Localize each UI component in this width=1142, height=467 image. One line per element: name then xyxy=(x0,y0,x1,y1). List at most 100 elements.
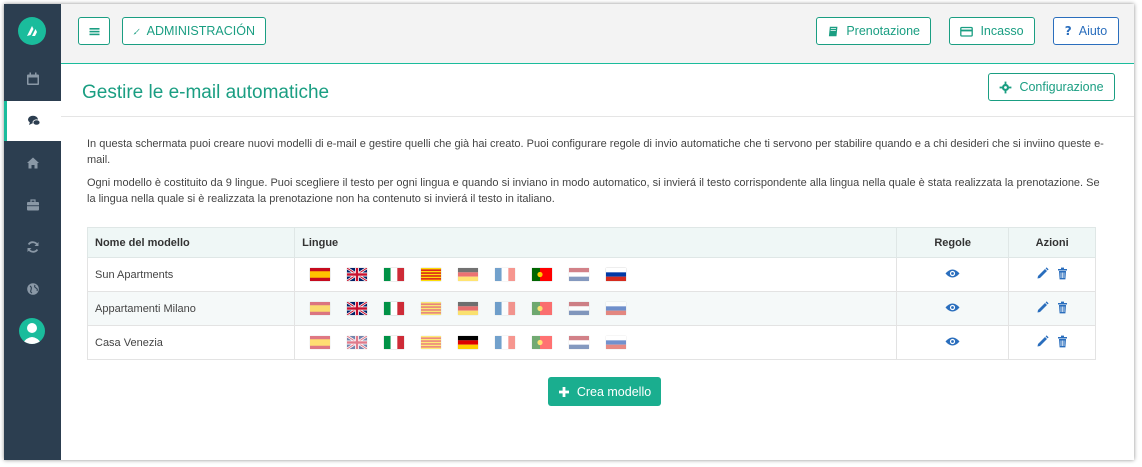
column-header-actions: Azioni xyxy=(1008,227,1096,258)
germany-flag-icon[interactable] xyxy=(458,336,479,349)
top-bar: ADMINISTRACIÓN Prenotazione Incasso ? Ai… xyxy=(61,4,1134,64)
netherlands-flag-icon[interactable] xyxy=(569,336,590,349)
description-paragraph-2: Ogni modello è costituito da 9 lingue. P… xyxy=(87,177,1100,205)
catalonia-flag-icon[interactable] xyxy=(421,302,442,315)
brush-icon xyxy=(133,28,140,34)
user-avatar[interactable] xyxy=(19,318,45,344)
rules-cell xyxy=(896,325,1010,360)
sidebar-item-home[interactable] xyxy=(4,143,61,183)
payments-label: Incasso xyxy=(980,24,1024,38)
italy-flag-icon[interactable] xyxy=(384,336,405,349)
spain-flag-icon[interactable] xyxy=(310,336,331,349)
netherlands-flag-icon[interactable] xyxy=(569,268,590,281)
spain-flag-icon[interactable] xyxy=(310,302,331,315)
plus-icon xyxy=(558,386,569,397)
create-template-label: Crea modello xyxy=(576,384,652,399)
administration-label: ADMINISTRACIÓN xyxy=(146,24,255,38)
netherlands-flag-icon[interactable] xyxy=(569,302,590,315)
eye-icon[interactable] xyxy=(945,302,960,316)
language-flags-cell xyxy=(294,291,898,326)
germany-flag-icon[interactable] xyxy=(458,268,479,281)
templates-table: Nome del modello Lingue Regole Azioni Su… xyxy=(86,227,1096,360)
table-row: Appartamenti Milano xyxy=(86,291,1096,326)
sidebar-item-briefcase[interactable] xyxy=(4,185,61,225)
user-icon xyxy=(22,323,42,344)
sidebar-item-calendar[interactable] xyxy=(4,59,61,99)
uk-flag-icon[interactable] xyxy=(346,300,368,317)
actions-cell xyxy=(1008,257,1096,292)
book-icon xyxy=(828,26,838,36)
title-divider xyxy=(61,116,1134,117)
chat-bubbles-icon xyxy=(28,115,41,126)
uk-flag-icon[interactable] xyxy=(346,266,368,283)
uk-flag-icon[interactable] xyxy=(346,334,368,351)
table-row: Casa Venezia xyxy=(86,325,1096,360)
france-flag-icon[interactable] xyxy=(495,302,516,315)
payments-button[interactable]: Incasso xyxy=(949,17,1035,45)
trash-icon[interactable] xyxy=(1056,335,1069,351)
actions-cell xyxy=(1008,291,1096,326)
france-flag-icon[interactable] xyxy=(495,268,516,281)
globe-icon xyxy=(26,283,39,295)
table-header-row: Nome del modello Lingue Regole Azioni xyxy=(86,227,1096,258)
question-mark-icon: ? xyxy=(1064,24,1072,38)
russia-flag-icon[interactable] xyxy=(606,302,627,315)
catalonia-flag-icon[interactable] xyxy=(421,268,442,281)
trash-icon[interactable] xyxy=(1056,301,1069,317)
main-content: Gestire le e-mail automatiche Configuraz… xyxy=(61,64,1134,460)
portugal-flag-icon[interactable] xyxy=(532,268,553,281)
configuration-label: Configurazione xyxy=(1019,80,1104,94)
template-name: Casa Venezia xyxy=(86,325,296,360)
portugal-flag-icon[interactable] xyxy=(532,302,553,315)
column-header-languages: Lingue xyxy=(294,227,898,258)
help-label: Aiuto xyxy=(1078,24,1108,38)
configuration-button[interactable]: Configurazione xyxy=(988,73,1115,101)
sidebar-item-sync[interactable] xyxy=(4,227,61,267)
gear-icon xyxy=(1000,81,1012,93)
help-button[interactable]: ? Aiuto xyxy=(1053,17,1119,45)
credit-card-icon xyxy=(960,26,974,37)
app-window: ADMINISTRACIÓN Prenotazione Incasso ? Ai… xyxy=(4,4,1134,460)
italy-flag-icon[interactable] xyxy=(384,302,405,315)
template-name: Sun Apartments xyxy=(86,257,296,292)
briefcase-icon xyxy=(26,199,39,211)
portugal-flag-icon[interactable] xyxy=(532,336,553,349)
home-icon xyxy=(26,157,39,169)
actions-cell xyxy=(1008,325,1096,360)
booking-label: Prenotazione xyxy=(846,24,920,38)
pencil-icon[interactable] xyxy=(1036,266,1049,283)
language-flags-cell xyxy=(294,325,898,360)
russia-flag-icon[interactable] xyxy=(606,336,627,349)
refresh-icon xyxy=(27,241,38,253)
eye-icon[interactable] xyxy=(945,268,960,282)
administration-button[interactable]: ADMINISTRACIÓN xyxy=(122,17,266,45)
app-logo[interactable] xyxy=(18,17,46,45)
calendar-icon xyxy=(26,72,39,85)
template-name: Appartamenti Milano xyxy=(86,291,296,326)
rules-cell xyxy=(896,291,1010,326)
menu-toggle-button[interactable] xyxy=(78,17,110,45)
germany-flag-icon[interactable] xyxy=(458,302,479,315)
hamburger-icon xyxy=(89,27,99,35)
russia-flag-icon[interactable] xyxy=(606,268,627,281)
pencil-icon[interactable] xyxy=(1036,334,1049,351)
booking-button[interactable]: Prenotazione xyxy=(816,17,931,45)
spain-flag-icon[interactable] xyxy=(310,268,331,281)
sidebar-item-messages[interactable] xyxy=(4,101,61,141)
create-template-button[interactable]: Crea modello xyxy=(548,377,661,406)
description-paragraph-1: In questa schermata puoi creare nuovi mo… xyxy=(87,138,1104,166)
sidebar xyxy=(4,4,61,460)
italy-flag-icon[interactable] xyxy=(384,268,405,281)
pencil-icon[interactable] xyxy=(1036,300,1049,317)
trash-icon[interactable] xyxy=(1056,267,1069,283)
page-title: Gestire le e-mail automatiche xyxy=(82,82,330,103)
language-flags-cell xyxy=(294,257,898,292)
column-header-name: Nome del modello xyxy=(86,227,296,258)
eye-icon[interactable] xyxy=(945,336,960,350)
france-flag-icon[interactable] xyxy=(495,336,516,349)
rules-cell xyxy=(896,257,1010,292)
sidebar-item-globe[interactable] xyxy=(4,269,61,309)
catalonia-flag-icon[interactable] xyxy=(421,336,442,349)
table-row: Sun Apartments xyxy=(86,257,1096,292)
logo-icon xyxy=(27,26,37,36)
